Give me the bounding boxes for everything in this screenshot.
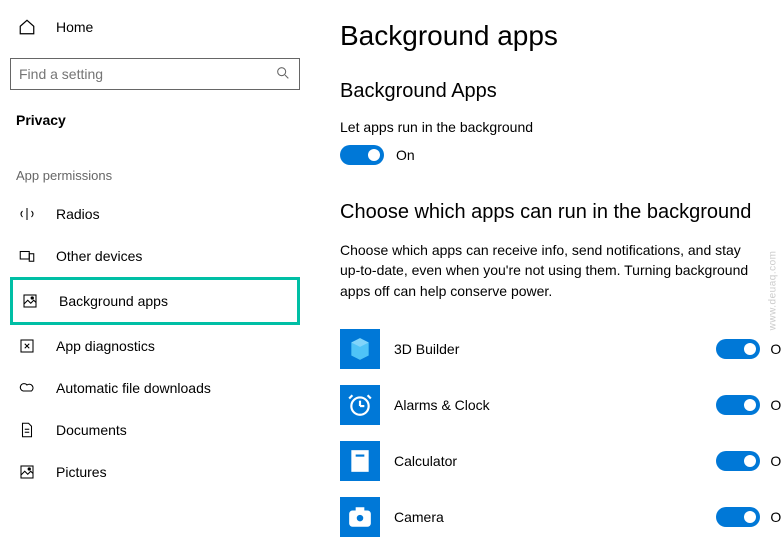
settings-sidebar: Home Privacy App permissions Radios Othe… <box>0 0 310 557</box>
calculator-icon <box>340 441 380 481</box>
radios-icon <box>18 205 36 223</box>
app-row-3d-builder: 3D Builder On <box>340 321 781 377</box>
cloud-download-icon <box>18 379 36 397</box>
sidebar-item-background-apps[interactable]: Background apps <box>10 277 300 325</box>
master-toggle[interactable] <box>340 145 384 165</box>
pictures-icon <box>18 463 36 481</box>
group-app-permissions: App permissions <box>10 162 300 193</box>
sidebar-item-label: Radios <box>56 206 100 222</box>
app-name: Alarms & Clock <box>394 397 702 413</box>
app-toggle-alarms[interactable] <box>716 395 760 415</box>
app-name: Calculator <box>394 453 702 469</box>
app-toggle-state: On <box>770 397 781 413</box>
home-button[interactable]: Home <box>10 12 300 42</box>
section-description: Choose which apps can receive info, send… <box>340 240 760 301</box>
app-name: Camera <box>394 509 702 525</box>
sidebar-item-label: Pictures <box>56 464 107 480</box>
sidebar-item-label: Documents <box>56 422 127 438</box>
sidebar-item-label: Background apps <box>59 293 168 309</box>
sidebar-item-label: App diagnostics <box>56 338 155 354</box>
watermark: www.deuaq.com <box>768 251 779 331</box>
3d-builder-icon <box>340 329 380 369</box>
documents-icon <box>18 421 36 439</box>
sidebar-item-documents[interactable]: Documents <box>10 409 300 451</box>
search-input-wrap[interactable] <box>10 58 300 90</box>
alarms-icon <box>340 385 380 425</box>
app-name: 3D Builder <box>394 341 702 357</box>
home-label: Home <box>56 19 93 35</box>
app-toggle-3d-builder[interactable] <box>716 339 760 359</box>
sidebar-item-other-devices[interactable]: Other devices <box>10 235 300 277</box>
home-icon <box>18 18 36 36</box>
app-toggle-state: On <box>770 341 781 357</box>
section-choose-apps: Choose which apps can run in the backgro… <box>340 201 781 224</box>
app-toggle-state: On <box>770 509 781 525</box>
camera-icon <box>340 497 380 537</box>
master-toggle-label: Let apps run in the background <box>340 119 781 135</box>
search-icon <box>275 65 291 84</box>
background-apps-icon <box>21 292 39 310</box>
app-row-alarms: Alarms & Clock On <box>340 377 781 433</box>
section-background-apps: Background Apps <box>340 80 781 103</box>
app-toggle-camera[interactable] <box>716 507 760 527</box>
app-row-camera: Camera On <box>340 489 781 545</box>
app-row-calculator: Calculator On <box>340 433 781 489</box>
page-title: Background apps <box>340 20 781 52</box>
section-privacy: Privacy <box>10 108 300 132</box>
search-input[interactable] <box>19 66 275 82</box>
master-toggle-state: On <box>396 147 415 163</box>
diagnostics-icon <box>18 337 36 355</box>
devices-icon <box>18 247 36 265</box>
sidebar-item-label: Other devices <box>56 248 142 264</box>
sidebar-item-app-diagnostics[interactable]: App diagnostics <box>10 325 300 367</box>
sidebar-item-auto-file-downloads[interactable]: Automatic file downloads <box>10 367 300 409</box>
sidebar-item-label: Automatic file downloads <box>56 380 211 396</box>
main-content: Background apps Background Apps Let apps… <box>310 0 781 557</box>
app-toggle-calculator[interactable] <box>716 451 760 471</box>
sidebar-item-radios[interactable]: Radios <box>10 193 300 235</box>
sidebar-item-pictures[interactable]: Pictures <box>10 451 300 493</box>
app-toggle-state: On <box>770 453 781 469</box>
